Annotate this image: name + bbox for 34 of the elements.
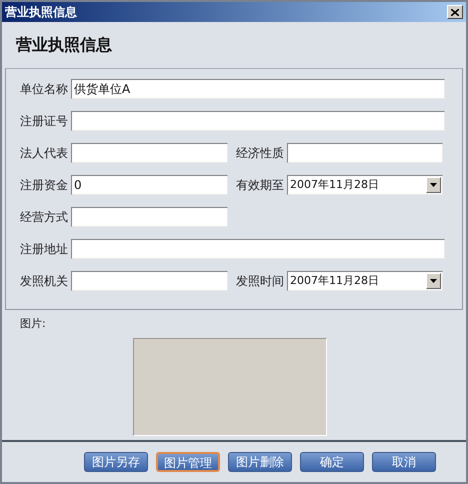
close-icon: [451, 8, 459, 16]
input-field[interactable]: [71, 207, 228, 227]
toolbar-button[interactable]: 图片另存: [84, 452, 148, 472]
dialog-heading: 营业执照信息: [16, 34, 112, 56]
field-label: 发照时间: [236, 273, 284, 290]
toolbar-button[interactable]: 取消: [372, 452, 436, 472]
close-button[interactable]: [447, 5, 463, 19]
input-field[interactable]: 供货单位A: [71, 79, 445, 99]
toolbar-button[interactable]: 图片删除: [228, 452, 292, 472]
down-arrow-icon: [430, 183, 437, 187]
input-field[interactable]: [71, 143, 228, 163]
input-field[interactable]: [71, 239, 445, 259]
field-label: 注册资金: [20, 177, 68, 194]
input-field[interactable]: [287, 143, 443, 163]
dropdown-button[interactable]: [426, 177, 441, 193]
field-label: 法人代表: [20, 145, 68, 162]
down-arrow-icon: [430, 279, 437, 283]
toolbar-button[interactable]: 图片管理: [156, 452, 220, 472]
field-label: 发照机关: [20, 273, 68, 290]
field-label: 注册证号: [20, 113, 68, 130]
field-label: 有效期至: [236, 177, 284, 194]
toolbar-button[interactable]: 确定: [300, 452, 364, 472]
input-field[interactable]: 0: [71, 175, 228, 195]
dropdown-button[interactable]: [426, 273, 441, 289]
window-title: 营业执照信息: [5, 4, 77, 21]
field-label: 经营方式: [20, 209, 68, 226]
input-field[interactable]: [71, 111, 445, 131]
date-dropdown[interactable]: 2007年11月28日: [287, 271, 443, 291]
field-label: 经济性质: [236, 145, 284, 162]
field-label: 注册地址: [20, 241, 68, 258]
date-dropdown[interactable]: 2007年11月28日: [287, 175, 443, 195]
picture-label: 图片:: [20, 316, 46, 332]
input-field[interactable]: [71, 271, 228, 291]
field-label: 单位名称: [20, 81, 68, 98]
